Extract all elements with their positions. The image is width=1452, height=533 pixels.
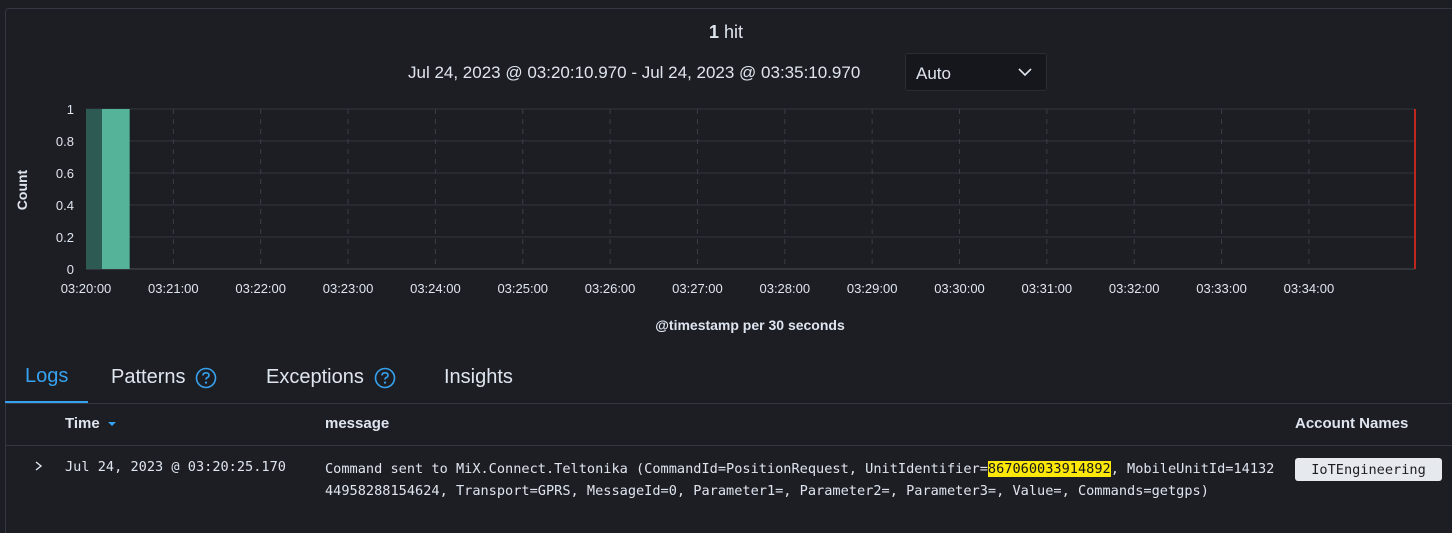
x-tick-label: 03:24:00 <box>410 281 461 296</box>
y-axis-label: Count <box>14 169 30 210</box>
account-badge[interactable]: IoTEngineering <box>1295 458 1442 481</box>
tab-exceptions[interactable]: Exceptions <box>266 352 396 403</box>
row-time: Jul 24, 2023 @ 03:20:25.170 <box>65 459 286 475</box>
tab-logs[interactable]: Logs <box>5 352 89 403</box>
tab-logs-label: Logs <box>25 365 69 387</box>
x-tick-label: 03:26:00 <box>585 281 636 296</box>
tab-insights-label: Insights <box>444 366 513 388</box>
x-tick-label: 03:23:00 <box>323 281 374 296</box>
hit-count-number: 1 <box>708 22 719 42</box>
y-tick-label: 0.6 <box>56 166 74 181</box>
tab-exceptions-label: Exceptions <box>266 366 364 388</box>
x-tick-label: 03:33:00 <box>1196 281 1247 296</box>
interval-select-value: Auto <box>916 64 951 83</box>
help-icon[interactable] <box>195 367 217 389</box>
table-divider <box>5 445 1452 446</box>
tab-insights[interactable]: Insights <box>444 352 513 403</box>
chevron-down-icon <box>1018 68 1032 77</box>
chevron-right-icon[interactable] <box>33 459 45 473</box>
y-tick-label: 1 <box>67 102 74 117</box>
row-message-highlight: 867060033914892 <box>987 461 1111 477</box>
chart-x-ticks: 03:20:00 03:21:00 03:22:00 03:23:00 03:24:00… <box>61 281 1335 296</box>
tab-patterns-label: Patterns <box>111 366 186 388</box>
histogram-bar[interactable] <box>101 109 130 269</box>
x-tick-label: 03:34:00 <box>1284 281 1335 296</box>
time-range-text: Jul 24, 2023 @ 03:20:10.970 - Jul 24, 20… <box>408 63 861 82</box>
sort-down-icon[interactable] <box>107 420 117 428</box>
chart-bars[interactable] <box>86 109 130 269</box>
x-tick-label: 03:28:00 <box>759 281 810 296</box>
y-tick-label: 0.8 <box>56 134 74 149</box>
results-tabs: Logs Patterns Exceptions Insights <box>5 352 1452 404</box>
x-tick-label: 03:29:00 <box>847 281 898 296</box>
x-tick-label: 03:21:00 <box>148 281 199 296</box>
hit-count: 1 hit <box>0 22 1452 43</box>
chart-y-ticks: 0 0.2 0.4 0.6 0.8 1 <box>56 102 74 277</box>
row-message-pre: Command sent to MiX.Connect.Teltonika (C… <box>325 461 988 477</box>
column-header-account-names[interactable]: Account Names <box>1295 415 1408 432</box>
x-tick-label: 03:25:00 <box>497 281 548 296</box>
y-tick-label: 0.4 <box>56 198 74 213</box>
x-tick-label: 03:30:00 <box>934 281 985 296</box>
x-axis-label: @timestamp per 30 seconds <box>655 317 845 333</box>
y-tick-label: 0.2 <box>56 230 74 245</box>
x-tick-label: 03:31:00 <box>1022 281 1073 296</box>
hit-count-label: hit <box>724 22 744 42</box>
x-tick-label: 03:32:00 <box>1109 281 1160 296</box>
histogram-bar-outside <box>86 109 102 269</box>
tab-patterns[interactable]: Patterns <box>111 352 217 403</box>
interval-select[interactable]: Auto <box>905 53 1047 91</box>
x-tick-label: 03:27:00 <box>672 281 723 296</box>
histogram-chart[interactable]: 00.20.40.60.81 03:20:00 03:21:00 03:22:00 0… <box>0 95 1452 340</box>
y-tick-label: 0 <box>67 262 74 277</box>
column-header-time-label: Time <box>65 415 100 432</box>
x-tick-label: 03:20:00 <box>61 281 112 296</box>
help-icon[interactable] <box>374 367 396 389</box>
x-tick-label: 03:22:00 <box>235 281 286 296</box>
chart-grid <box>86 108 1416 270</box>
row-message: Command sent to MiX.Connect.Teltonika (C… <box>325 459 1275 502</box>
time-range-row: Jul 24, 2023 @ 03:20:10.970 - Jul 24, 20… <box>0 53 1452 93</box>
column-header-message[interactable]: message <box>325 415 389 432</box>
column-header-time[interactable]: Time <box>65 415 117 432</box>
